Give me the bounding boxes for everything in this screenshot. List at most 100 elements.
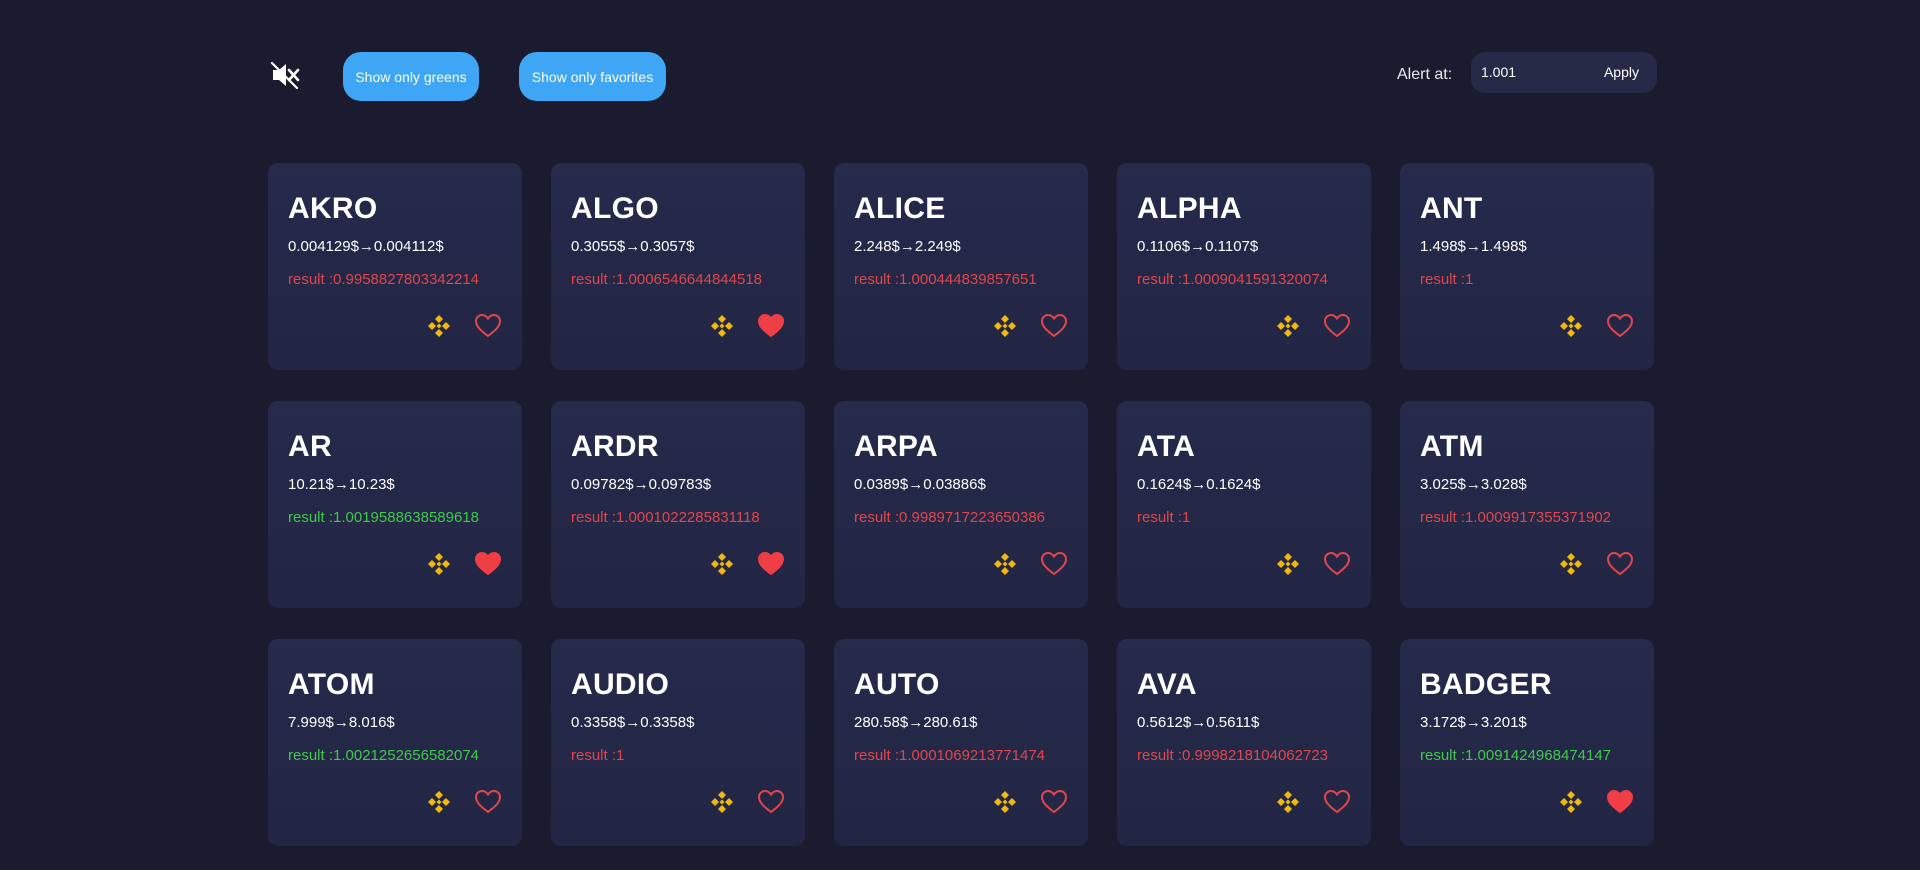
coin-symbol: ATOM [288,668,375,701]
price-change: 0.09782$→0.09783$ [571,476,712,493]
coin-symbol: ARDR [571,430,659,463]
alert-label: Alert at: [1397,66,1453,83]
price-change: 0.5612$→0.5611$ [1137,714,1260,731]
result-value: result :1.0009041591320074 [1137,271,1329,288]
alert-threshold-input[interactable] [1481,60,1581,84]
heart-outline-icon[interactable] [1323,550,1351,578]
heart-outline-icon[interactable] [1606,312,1634,340]
binance-icon[interactable] [425,788,453,816]
coin-symbol: ATA [1137,430,1196,463]
card-actions [1274,550,1351,578]
card-actions [425,312,502,340]
show-only-favorites-button[interactable]: Show only favorites [519,52,666,101]
price-change: 7.999$→8.016$ [288,714,395,731]
coin-symbol: ATM [1420,430,1484,463]
alert-control: Apply [1471,52,1657,93]
coin-card: ALPHA 0.1106$→0.1107$ result :1.0009041591… [1117,163,1371,370]
toolbar: Show only greens Show only favorites Ale… [268,50,1657,102]
coin-card: BADGER 3.172$→3.201$ result :1.00914249684… [1400,639,1654,846]
binance-icon[interactable] [1274,312,1302,340]
coin-symbol: AUTO [854,668,940,701]
coin-card: AR 10.21$→10.23$ result :1.001958863858961… [268,401,522,608]
coin-card: ARPA 0.0389$→0.03886$ result :0.9989717223… [834,401,1088,608]
result-value: result :0.9998218104062723 [1137,747,1329,764]
binance-icon[interactable] [425,312,453,340]
price-change: 3.172$→3.201$ [1420,714,1527,731]
coin-symbol: BADGER [1420,668,1552,701]
coin-card: ATA 0.1624$→0.1624$ result :1 [1117,401,1371,608]
price-change: 0.0389$→0.03886$ [854,476,986,493]
coin-card: AKRO 0.004129$→0.004112$ result :0.9958827… [268,163,522,370]
result-value: result :1.0019588638589618 [288,509,480,526]
coin-card: AUDIO 0.3358$→0.3358$ result :1 [551,639,805,846]
heart-filled-icon[interactable] [1606,788,1634,816]
binance-icon[interactable] [1557,550,1585,578]
card-actions [1557,550,1634,578]
binance-icon[interactable] [991,788,1019,816]
card-actions [991,550,1068,578]
coin-symbol: ARPA [854,430,938,463]
card-actions [708,550,785,578]
show-only-greens-button[interactable]: Show only greens [343,52,479,101]
coin-symbol: AR [288,430,332,463]
binance-icon[interactable] [708,788,736,816]
mute-button[interactable] [268,58,302,92]
result-value: result :1.0001022285831118 [571,509,760,526]
result-value: result :1.000444839857651 [854,271,1037,288]
result-value: result :1.0009917355371902 [1420,509,1612,526]
price-change: 10.21$→10.23$ [288,476,395,493]
binance-icon[interactable] [1274,788,1302,816]
binance-icon[interactable] [425,550,453,578]
coin-card: AUTO 280.58$→280.61$ result :1.00010692137… [834,639,1088,846]
coin-symbol: ANT [1420,192,1483,225]
coin-card-grid: AKRO 0.004129$→0.004112$ result :0.9958827… [268,163,1658,846]
binance-icon[interactable] [708,550,736,578]
heart-filled-icon[interactable] [757,312,785,340]
card-actions [425,788,502,816]
coin-symbol: ALGO [571,192,659,225]
result-value: result :1 [1137,509,1191,526]
heart-outline-icon[interactable] [1323,788,1351,816]
heart-filled-icon[interactable] [757,550,785,578]
heart-outline-icon[interactable] [757,788,785,816]
card-actions [991,788,1068,816]
result-value: result :1 [571,747,625,764]
heart-outline-icon[interactable] [1040,312,1068,340]
coin-card: ANT 1.498$→1.498$ result :1 [1400,163,1654,370]
apply-button[interactable]: Apply [1604,60,1639,84]
price-change: 0.004129$→0.004112$ [288,238,444,255]
heart-filled-icon[interactable] [474,550,502,578]
coin-card: AVA 0.5612$→0.5611$ result :0.999821810406… [1117,639,1371,846]
price-change: 280.58$→280.61$ [854,714,978,731]
heart-outline-icon[interactable] [474,312,502,340]
coin-card: ARDR 0.09782$→0.09783$ result :1.000102228… [551,401,805,608]
price-change: 0.3358$→0.3358$ [571,714,695,731]
card-actions [1274,788,1351,816]
binance-icon[interactable] [1557,788,1585,816]
heart-outline-icon[interactable] [1040,550,1068,578]
coin-card: ATM 3.025$→3.028$ result :1.00099173553719… [1400,401,1654,608]
card-actions [708,312,785,340]
price-change: 1.498$→1.498$ [1420,238,1527,255]
card-actions [708,788,785,816]
binance-icon[interactable] [991,312,1019,340]
coin-card: ALGO 0.3055$→0.3057$ result :1.00065466448… [551,163,805,370]
speaker-muted-icon [270,61,300,89]
coin-symbol: ALPHA [1137,192,1242,225]
heart-outline-icon[interactable] [1040,788,1068,816]
binance-icon[interactable] [991,550,1019,578]
heart-outline-icon[interactable] [1323,312,1351,340]
card-actions [425,550,502,578]
coin-symbol: AVA [1137,668,1197,701]
price-change: 3.025$→3.028$ [1420,476,1527,493]
coin-card: ATOM 7.999$→8.016$ result :1.0021252656582… [268,639,522,846]
card-actions [991,312,1068,340]
binance-icon[interactable] [1557,312,1585,340]
heart-outline-icon[interactable] [1606,550,1634,578]
binance-icon[interactable] [708,312,736,340]
price-change: 0.3055$→0.3057$ [571,238,695,255]
binance-icon[interactable] [1274,550,1302,578]
price-change: 2.248$→2.249$ [854,238,961,255]
coin-symbol: AKRO [288,192,378,225]
heart-outline-icon[interactable] [474,788,502,816]
